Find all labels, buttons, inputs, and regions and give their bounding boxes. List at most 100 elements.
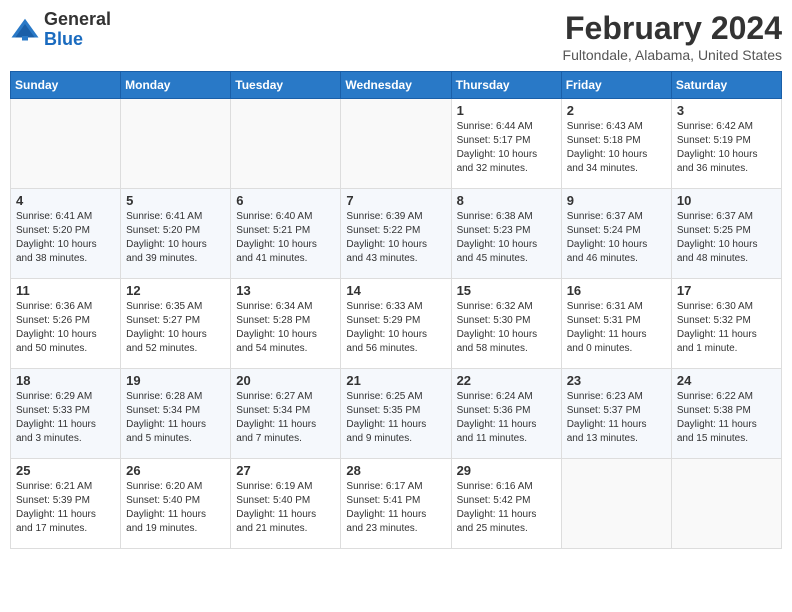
day-cell: 14 Sunrise: 6:33 AM Sunset: 5:29 PM Dayli… <box>341 279 451 369</box>
header-cell-monday: Monday <box>121 72 231 99</box>
day-cell: 15 Sunrise: 6:32 AM Sunset: 5:30 PM Dayli… <box>451 279 561 369</box>
day-number: 14 <box>346 283 445 298</box>
day-number: 17 <box>677 283 776 298</box>
day-info: Sunrise: 6:19 AM Sunset: 5:40 PM Dayligh… <box>236 480 335 536</box>
day-cell: 13 Sunrise: 6:34 AM Sunset: 5:28 PM Dayli… <box>231 279 341 369</box>
day-cell: 2 Sunrise: 6:43 AM Sunset: 5:18 PM Daylig… <box>561 99 671 189</box>
week-row-2: 4 Sunrise: 6:41 AM Sunset: 5:20 PM Daylig… <box>11 189 782 279</box>
header-cell-friday: Friday <box>561 72 671 99</box>
day-info: Sunrise: 6:41 AM Sunset: 5:20 PM Dayligh… <box>126 210 225 266</box>
day-cell: 5 Sunrise: 6:41 AM Sunset: 5:20 PM Daylig… <box>121 189 231 279</box>
day-cell: 11 Sunrise: 6:36 AM Sunset: 5:26 PM Dayli… <box>11 279 121 369</box>
header: General Blue February 2024 Fultondale, A… <box>10 10 782 63</box>
day-cell <box>341 99 451 189</box>
day-info: Sunrise: 6:25 AM Sunset: 5:35 PM Dayligh… <box>346 390 445 446</box>
day-cell: 20 Sunrise: 6:27 AM Sunset: 5:34 PM Dayli… <box>231 369 341 459</box>
day-cell: 18 Sunrise: 6:29 AM Sunset: 5:33 PM Dayli… <box>11 369 121 459</box>
day-number: 28 <box>346 463 445 478</box>
day-number: 3 <box>677 103 776 118</box>
day-number: 11 <box>16 283 115 298</box>
day-info: Sunrise: 6:29 AM Sunset: 5:33 PM Dayligh… <box>16 390 115 446</box>
day-number: 25 <box>16 463 115 478</box>
day-info: Sunrise: 6:21 AM Sunset: 5:39 PM Dayligh… <box>16 480 115 536</box>
day-number: 15 <box>457 283 556 298</box>
day-cell: 7 Sunrise: 6:39 AM Sunset: 5:22 PM Daylig… <box>341 189 451 279</box>
day-number: 27 <box>236 463 335 478</box>
day-number: 20 <box>236 373 335 388</box>
day-info: Sunrise: 6:16 AM Sunset: 5:42 PM Dayligh… <box>457 480 556 536</box>
day-info: Sunrise: 6:44 AM Sunset: 5:17 PM Dayligh… <box>457 120 556 176</box>
week-row-1: 1 Sunrise: 6:44 AM Sunset: 5:17 PM Daylig… <box>11 99 782 189</box>
day-info: Sunrise: 6:30 AM Sunset: 5:32 PM Dayligh… <box>677 300 776 356</box>
day-number: 22 <box>457 373 556 388</box>
day-cell: 6Sunrise: 6:40 AM Sunset: 5:21 PM Daylig… <box>231 189 341 279</box>
day-cell: 8 Sunrise: 6:38 AM Sunset: 5:23 PM Daylig… <box>451 189 561 279</box>
day-number: 26 <box>126 463 225 478</box>
day-cell <box>561 459 671 549</box>
week-row-4: 18 Sunrise: 6:29 AM Sunset: 5:33 PM Dayli… <box>11 369 782 459</box>
day-number: 9 <box>567 193 666 208</box>
logo-icon <box>10 15 40 45</box>
day-number: 8 <box>457 193 556 208</box>
day-number: 19 <box>126 373 225 388</box>
day-number: 12 <box>126 283 225 298</box>
day-info: Sunrise: 6:35 AM Sunset: 5:27 PM Dayligh… <box>126 300 225 356</box>
day-cell: 16 Sunrise: 6:31 AM Sunset: 5:31 PM Dayli… <box>561 279 671 369</box>
day-number: 16 <box>567 283 666 298</box>
day-info: Sunrise: 6:23 AM Sunset: 5:37 PM Dayligh… <box>567 390 666 446</box>
day-number: 5 <box>126 193 225 208</box>
day-number: 29 <box>457 463 556 478</box>
logo: General Blue <box>10 10 111 50</box>
calendar-body: 1 Sunrise: 6:44 AM Sunset: 5:17 PM Daylig… <box>11 99 782 549</box>
day-cell: 29 Sunrise: 6:16 AM Sunset: 5:42 PM Dayli… <box>451 459 561 549</box>
location-title: Fultondale, Alabama, United States <box>563 47 782 63</box>
day-info: Sunrise: 6:36 AM Sunset: 5:26 PM Dayligh… <box>16 300 115 356</box>
day-number: 7 <box>346 193 445 208</box>
day-info: Sunrise: 6:34 AM Sunset: 5:28 PM Dayligh… <box>236 300 335 356</box>
day-info: Sunrise: 6:41 AM Sunset: 5:20 PM Dayligh… <box>16 210 115 266</box>
day-info: Sunrise: 6:27 AM Sunset: 5:34 PM Dayligh… <box>236 390 335 446</box>
day-info: Sunrise: 6:42 AM Sunset: 5:19 PM Dayligh… <box>677 120 776 176</box>
header-cell-saturday: Saturday <box>671 72 781 99</box>
day-info: Sunrise: 6:38 AM Sunset: 5:23 PM Dayligh… <box>457 210 556 266</box>
day-info: Sunrise: 6:31 AM Sunset: 5:31 PM Dayligh… <box>567 300 666 356</box>
day-info: Sunrise: 6:20 AM Sunset: 5:40 PM Dayligh… <box>126 480 225 536</box>
day-info: Sunrise: 6:24 AM Sunset: 5:36 PM Dayligh… <box>457 390 556 446</box>
day-cell: 28 Sunrise: 6:17 AM Sunset: 5:41 PM Dayli… <box>341 459 451 549</box>
day-number: 21 <box>346 373 445 388</box>
day-info: Sunrise: 6:17 AM Sunset: 5:41 PM Dayligh… <box>346 480 445 536</box>
day-info: Sunrise: 6:32 AM Sunset: 5:30 PM Dayligh… <box>457 300 556 356</box>
day-cell: 9 Sunrise: 6:37 AM Sunset: 5:24 PM Daylig… <box>561 189 671 279</box>
day-cell: 10Sunrise: 6:37 AM Sunset: 5:25 PM Dayli… <box>671 189 781 279</box>
day-cell <box>671 459 781 549</box>
day-info: Sunrise: 6:39 AM Sunset: 5:22 PM Dayligh… <box>346 210 445 266</box>
header-cell-sunday: Sunday <box>11 72 121 99</box>
day-cell: 12 Sunrise: 6:35 AM Sunset: 5:27 PM Dayli… <box>121 279 231 369</box>
week-row-5: 25 Sunrise: 6:21 AM Sunset: 5:39 PM Dayli… <box>11 459 782 549</box>
day-cell <box>11 99 121 189</box>
header-cell-thursday: Thursday <box>451 72 561 99</box>
day-cell: 19 Sunrise: 6:28 AM Sunset: 5:34 PM Dayli… <box>121 369 231 459</box>
day-number: 23 <box>567 373 666 388</box>
day-info: Sunrise: 6:33 AM Sunset: 5:29 PM Dayligh… <box>346 300 445 356</box>
day-number: 2 <box>567 103 666 118</box>
day-cell: 22 Sunrise: 6:24 AM Sunset: 5:36 PM Dayli… <box>451 369 561 459</box>
day-info: Sunrise: 6:43 AM Sunset: 5:18 PM Dayligh… <box>567 120 666 176</box>
day-info: Sunrise: 6:22 AM Sunset: 5:38 PM Dayligh… <box>677 390 776 446</box>
day-cell: 25 Sunrise: 6:21 AM Sunset: 5:39 PM Dayli… <box>11 459 121 549</box>
day-number: 18 <box>16 373 115 388</box>
day-cell <box>231 99 341 189</box>
day-number: 24 <box>677 373 776 388</box>
title-block: February 2024 Fultondale, Alabama, Unite… <box>563 10 782 63</box>
day-number: 1 <box>457 103 556 118</box>
calendar-header: SundayMondayTuesdayWednesdayThursdayFrid… <box>11 72 782 99</box>
day-number: 13 <box>236 283 335 298</box>
month-title: February 2024 <box>563 10 782 47</box>
day-cell: 3 Sunrise: 6:42 AM Sunset: 5:19 PM Daylig… <box>671 99 781 189</box>
day-info: Sunrise: 6:28 AM Sunset: 5:34 PM Dayligh… <box>126 390 225 446</box>
day-cell: 27 Sunrise: 6:19 AM Sunset: 5:40 PM Dayli… <box>231 459 341 549</box>
day-cell: 17 Sunrise: 6:30 AM Sunset: 5:32 PM Dayli… <box>671 279 781 369</box>
day-info: Sunrise: 6:37 AM Sunset: 5:24 PM Dayligh… <box>567 210 666 266</box>
day-cell: 26 Sunrise: 6:20 AM Sunset: 5:40 PM Dayli… <box>121 459 231 549</box>
day-number: 4 <box>16 193 115 208</box>
